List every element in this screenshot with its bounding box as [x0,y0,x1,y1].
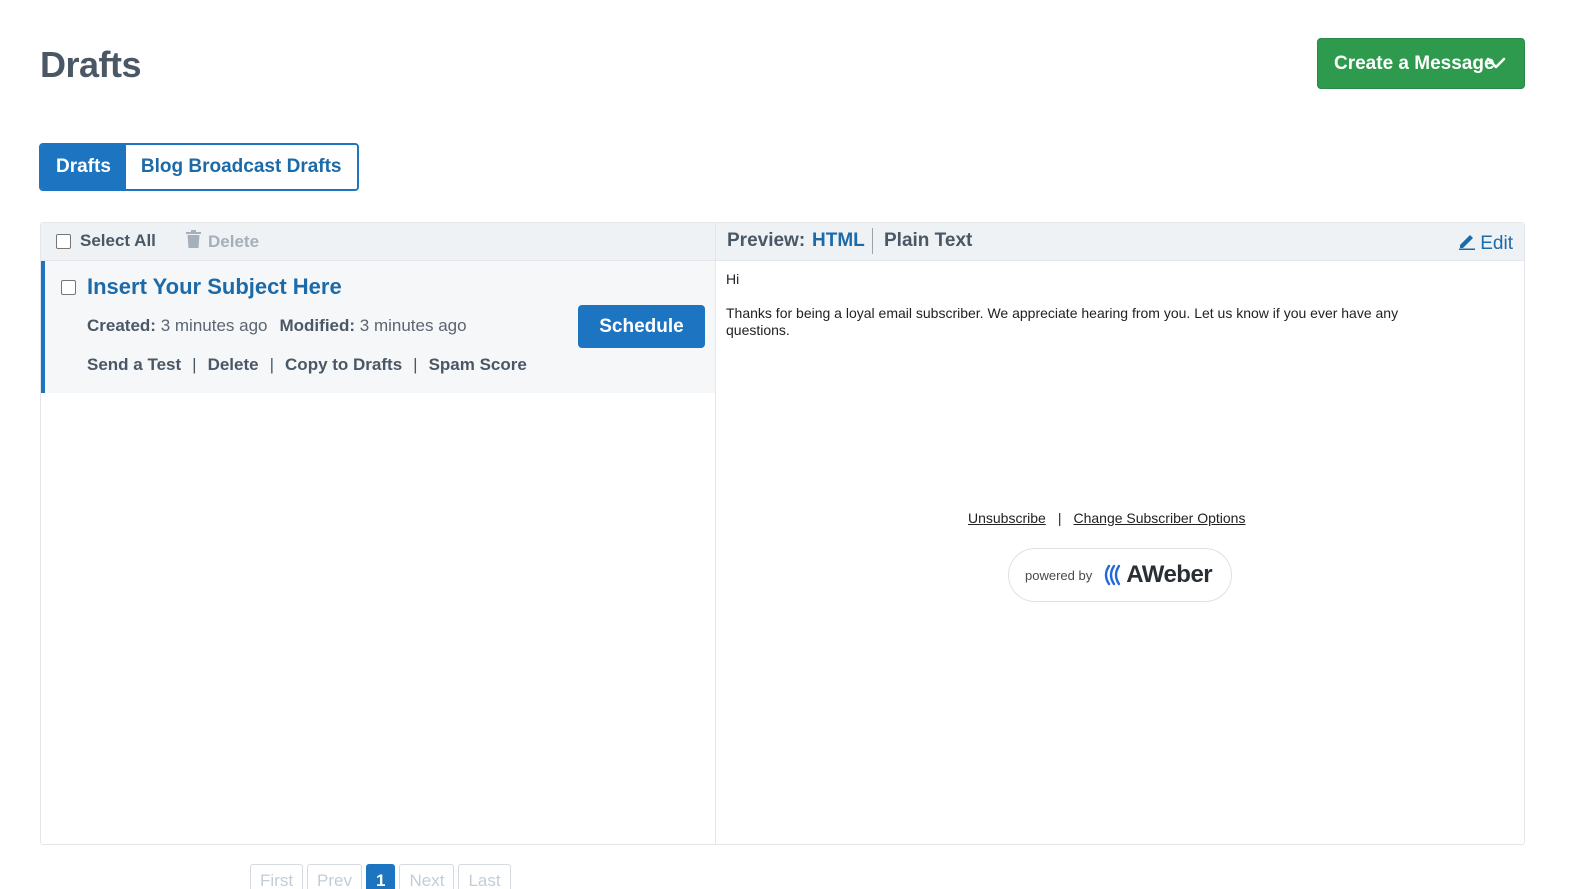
bulk-delete-button[interactable]: Delete [186,230,259,253]
edit-button[interactable]: Edit [1458,232,1513,256]
action-separator: | [192,355,197,374]
powered-by-badge[interactable]: powered by AWeber [1008,548,1232,602]
email-message: Thanks for being a loyal email subscribe… [726,305,1399,338]
aweber-logo: AWeber [1102,561,1213,589]
modified-label: Modified: [279,316,356,335]
page-title: Drafts [40,44,142,85]
footer-separator: | [1057,510,1062,526]
tab-drafts[interactable]: Drafts [41,145,126,189]
create-message-button[interactable]: Create a Message [1317,38,1525,89]
send-test-link[interactable]: Send a Test [87,355,181,375]
action-separator: | [413,355,418,374]
preview-html-toggle[interactable]: HTML [812,230,865,252]
bulk-delete-label: Delete [208,231,260,251]
trash-icon [186,230,201,253]
copy-to-drafts-link[interactable]: Copy to Drafts [285,355,402,375]
create-message-label: Create a Message [1334,52,1495,74]
preview-plain-text-toggle[interactable]: Plain Text [884,230,972,252]
drafts-list: Select All Delete Insert Your Subject He… [41,223,716,844]
select-all-checkbox[interactable] [56,233,71,249]
select-all-label: Select All [80,231,156,250]
pagination: First Prev 1 Next Last [250,864,511,889]
modified-info: Modified: 3 minutes ago [280,316,467,336]
list-toolbar: Select All Delete [41,223,715,261]
pagination-first[interactable]: First [250,864,304,889]
draft-actions: Send a Test | Delete | Copy to Drafts | … [87,355,527,375]
draft-row: Insert Your Subject Here Created: 3 minu… [41,261,715,393]
preview-pane: Preview: HTML Plain Text Edit Hi Thanks … [716,223,1524,844]
unsubscribe-link[interactable]: Unsubscribe [968,510,1046,526]
created-label: Created: [87,316,156,335]
email-greeting: Hi [726,271,740,287]
pencil-icon [1458,232,1476,256]
action-separator: | [269,355,275,374]
delete-draft-link[interactable]: Delete [208,355,259,375]
modified-value: 3 minutes ago [359,316,467,335]
preview-divider [872,228,873,254]
draft-meta: Created: 3 minutes ago Modified: 3 minut… [87,316,467,336]
draft-checkbox[interactable] [61,280,76,295]
chevron-down-icon [1486,54,1506,76]
preview-toolbar: Preview: HTML Plain Text Edit [716,223,1524,261]
email-preview-body: Hi Thanks for being a loyal email subscr… [726,271,1464,356]
email-footer-links: Unsubscribe | Change Subscriber Options [968,510,1268,526]
pagination-last[interactable]: Last [458,864,511,889]
created-info: Created: 3 minutes ago [87,316,268,336]
change-subscriber-options-link[interactable]: Change Subscriber Options [1073,510,1245,526]
edit-label: Edit [1480,233,1513,254]
spam-score-link[interactable]: Spam Score [429,355,527,375]
preview-label: Preview: [727,230,806,251]
pagination-prev[interactable]: Prev [307,864,363,889]
created-value: 3 minutes ago [160,316,268,335]
aweber-waves-icon [1105,564,1121,586]
schedule-button[interactable]: Schedule [578,305,705,348]
draft-subject-link[interactable]: Insert Your Subject Here [87,274,342,300]
drafts-tabs: Drafts Blog Broadcast Drafts [39,143,359,191]
aweber-brand-text: AWeber [1126,561,1213,588]
pagination-current-page[interactable]: 1 [366,864,396,889]
tab-blog-broadcast-drafts[interactable]: Blog Broadcast Drafts [125,145,357,189]
powered-by-text: powered by [1025,567,1093,583]
page-scrollbar[interactable] [1568,0,1577,640]
pagination-next[interactable]: Next [399,864,455,889]
select-all[interactable]: Select All [56,231,156,251]
drafts-panel: Select All Delete Insert Your Subject He… [40,222,1525,845]
